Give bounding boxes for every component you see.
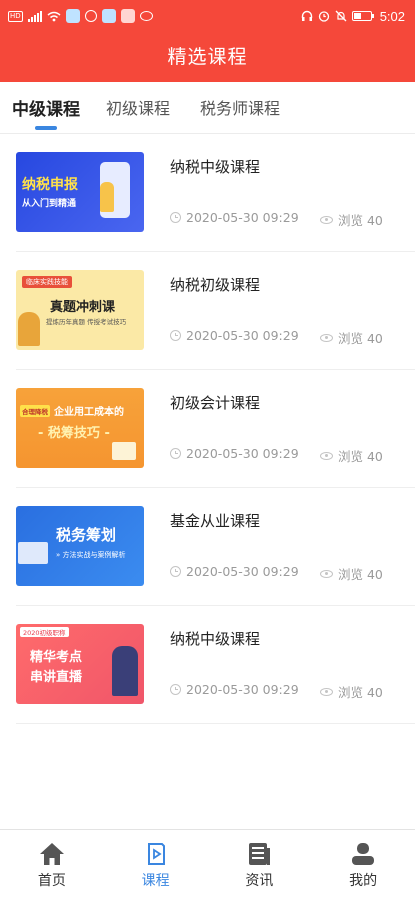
course-views: 浏览 40 bbox=[320, 446, 383, 465]
active-tab-indicator bbox=[35, 126, 57, 130]
thumbnail-badge: 合理降税 bbox=[20, 405, 50, 417]
thumbnail-subline: 串讲直播 bbox=[30, 670, 83, 685]
news-icon bbox=[249, 843, 271, 865]
course-date: 2020-05-30 09:29 bbox=[170, 210, 299, 225]
thumbnail-headline: 纳税申报 bbox=[22, 177, 78, 193]
battery-icon bbox=[351, 11, 374, 21]
person-illustration bbox=[18, 312, 40, 346]
clock-icon bbox=[170, 330, 181, 341]
page-title: 精选课程 bbox=[167, 46, 248, 68]
bottom-nav: 首页 课程 资讯 我的 bbox=[0, 829, 415, 900]
course-tabs: 中级课程 初级课程 税务师课程 bbox=[0, 82, 415, 134]
course-list-item[interactable]: 2020初级职称 精华考点 串讲直播 纳税中级课程 2020-05-30 09:… bbox=[16, 606, 415, 724]
course-list: 纳税申报 从入门到精通 纳税中级课程 2020-05-30 09:29 浏览 4… bbox=[0, 134, 415, 724]
wifi-icon bbox=[47, 11, 61, 21]
alarm-clock-icon bbox=[318, 11, 329, 22]
eye-icon bbox=[320, 451, 333, 460]
course-date: 2020-05-30 09:29 bbox=[170, 328, 299, 343]
thumbnail-headline: 精华考点 bbox=[30, 650, 83, 665]
alarm-icon bbox=[84, 10, 97, 22]
course-date-text: 2020-05-30 09:29 bbox=[186, 210, 299, 225]
headset-icon bbox=[301, 10, 312, 21]
course-views: 浏览 40 bbox=[320, 328, 383, 347]
document-illustration bbox=[112, 442, 136, 460]
course-icon bbox=[147, 843, 165, 865]
course-date-text: 2020-05-30 09:29 bbox=[186, 682, 299, 697]
course-list-item[interactable]: 纳税申报 从入门到精通 纳税中级课程 2020-05-30 09:29 浏览 4… bbox=[16, 134, 415, 252]
tab-junior[interactable]: 初级课程 bbox=[106, 95, 170, 119]
course-title: 纳税初级课程 bbox=[170, 276, 261, 294]
course-views-text: 浏览 40 bbox=[338, 685, 383, 700]
course-thumbnail: 临床实践技能 真题冲刺课 提炼历年真题 传授考试技巧 bbox=[16, 270, 144, 350]
course-list-item[interactable]: 合理降税 企业用工成本的 - 税筹技巧 - 初级会计课程 2020-05-30 … bbox=[16, 370, 415, 488]
course-list-item[interactable]: 税务筹划 » 方法实战与案例解析 基金从业课程 2020-05-30 09:29… bbox=[16, 488, 415, 606]
nav-profile-label: 我的 bbox=[349, 873, 378, 889]
eye-icon bbox=[320, 215, 333, 224]
course-thumbnail: 2020初级职称 精华考点 串讲直播 bbox=[16, 624, 144, 704]
course-views: 浏览 40 bbox=[320, 210, 383, 229]
clock-icon bbox=[170, 684, 181, 695]
eye-icon bbox=[320, 333, 333, 342]
course-date: 2020-05-30 09:29 bbox=[170, 446, 299, 461]
eye-icon bbox=[320, 569, 333, 578]
mail-icon bbox=[120, 9, 135, 23]
status-bar: HD 5:02 bbox=[0, 0, 415, 32]
thumbnail-subline: 提炼历年真题 传授考试技巧 bbox=[46, 318, 127, 326]
course-views-text: 浏览 40 bbox=[338, 567, 383, 582]
nav-profile[interactable]: 我的 bbox=[311, 830, 415, 900]
course-title: 纳税中级课程 bbox=[170, 630, 261, 648]
eye-icon bbox=[320, 687, 333, 696]
thumbnail-headline: 真题冲刺课 bbox=[50, 300, 116, 315]
course-views-text: 浏览 40 bbox=[338, 449, 383, 464]
status-time: 5:02 bbox=[379, 8, 405, 24]
nav-news[interactable]: 资讯 bbox=[208, 830, 312, 900]
clock-icon bbox=[170, 212, 181, 223]
clock-icon bbox=[170, 566, 181, 577]
app-notification-icon bbox=[65, 9, 80, 23]
thumbnail-headline: 企业用工成本的 bbox=[54, 407, 124, 418]
sim-icon: HD bbox=[8, 10, 23, 22]
course-title: 初级会计课程 bbox=[170, 394, 261, 412]
thumbnail-subline: - 税筹技巧 - bbox=[38, 426, 110, 441]
course-date-text: 2020-05-30 09:29 bbox=[186, 328, 299, 343]
app-notification-icon bbox=[101, 9, 116, 23]
monitor-illustration bbox=[18, 542, 48, 564]
nav-home-label: 首页 bbox=[37, 873, 66, 889]
user-icon bbox=[352, 843, 375, 865]
course-views: 浏览 40 bbox=[320, 682, 383, 701]
nav-courses[interactable]: 课程 bbox=[104, 830, 208, 900]
mute-icon bbox=[335, 10, 347, 22]
course-thumbnail: 纳税申报 从入门到精通 bbox=[16, 152, 144, 232]
thumbnail-badge: 2020初级职称 bbox=[20, 627, 69, 637]
person-illustration bbox=[100, 182, 114, 212]
thumbnail-badge: 临床实践技能 bbox=[22, 276, 72, 288]
course-views-text: 浏览 40 bbox=[338, 331, 383, 346]
course-list-item[interactable]: 临床实践技能 真题冲刺课 提炼历年真题 传授考试技巧 纳税初级课程 2020-0… bbox=[16, 252, 415, 370]
course-views: 浏览 40 bbox=[320, 564, 383, 583]
tab-intermediate[interactable]: 中级课程 bbox=[12, 95, 80, 120]
course-date: 2020-05-30 09:29 bbox=[170, 682, 299, 697]
clock-icon bbox=[170, 448, 181, 459]
course-title: 基金从业课程 bbox=[170, 512, 261, 530]
thumbnail-subline: 从入门到精通 bbox=[22, 199, 77, 209]
course-thumbnail: 合理降税 企业用工成本的 - 税筹技巧 - bbox=[16, 388, 144, 468]
thumbnail-subline: » 方法实战与案例解析 bbox=[56, 551, 126, 559]
nav-news-label: 资讯 bbox=[245, 873, 274, 889]
course-title: 纳税中级课程 bbox=[170, 158, 261, 176]
course-date-text: 2020-05-30 09:29 bbox=[186, 564, 299, 579]
header-bar: HD 5:02 精选课程 bbox=[0, 0, 415, 82]
nav-courses-label: 课程 bbox=[141, 873, 170, 889]
weibo-icon bbox=[139, 11, 153, 21]
course-views-text: 浏览 40 bbox=[338, 213, 383, 228]
course-thumbnail: 税务筹划 » 方法实战与案例解析 bbox=[16, 506, 144, 586]
course-date: 2020-05-30 09:29 bbox=[170, 564, 299, 579]
signal-icon bbox=[27, 10, 42, 22]
thumbnail-headline: 税务筹划 bbox=[56, 526, 117, 544]
tab-tax-advisor[interactable]: 税务师课程 bbox=[200, 95, 280, 119]
course-date-text: 2020-05-30 09:29 bbox=[186, 446, 299, 461]
nav-home[interactable]: 首页 bbox=[0, 830, 104, 900]
home-icon bbox=[39, 843, 64, 865]
person-illustration bbox=[112, 646, 138, 696]
